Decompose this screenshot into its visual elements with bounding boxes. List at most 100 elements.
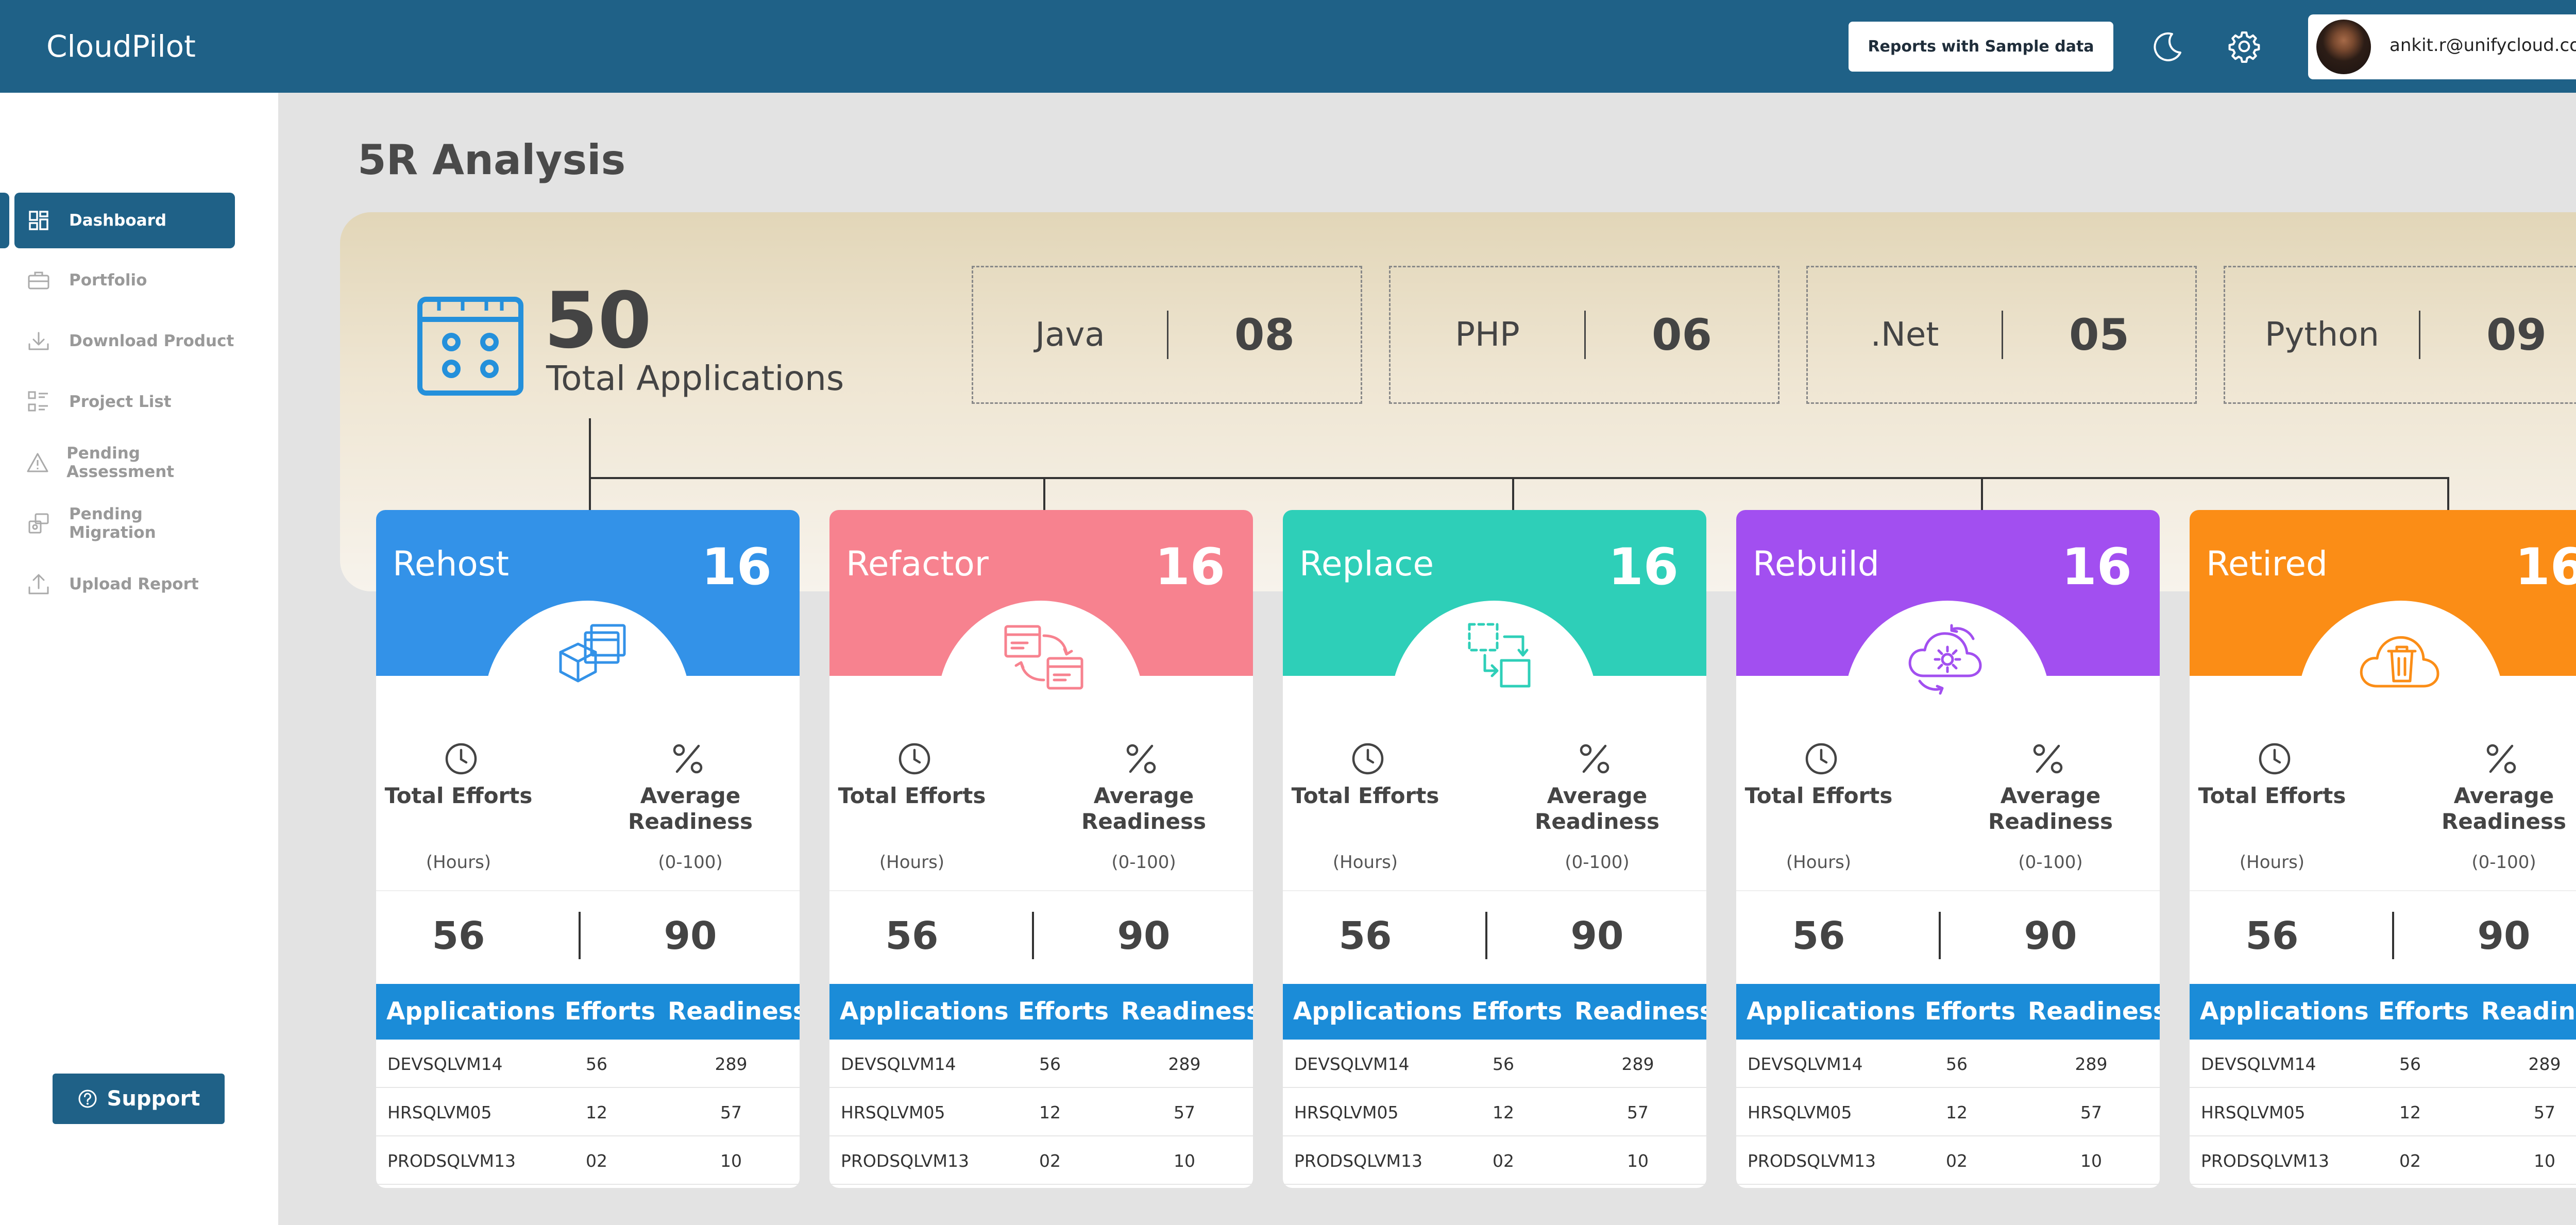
sidebar-item-pending-migration[interactable]: Pending Migration <box>14 496 235 551</box>
brand-logo[interactable]: CloudPilot <box>46 29 196 64</box>
table-row[interactable]: PRODSQLVM13 02 10 <box>1736 1136 2160 1185</box>
table-row[interactable]: DEVSQLVM14 56 289 <box>829 1040 1253 1088</box>
sidebar-item-dashboard[interactable]: Dashboard <box>14 193 235 248</box>
language-python[interactable]: Python 09 <box>2224 266 2576 404</box>
readiness-unit: (0-100) <box>658 852 723 873</box>
strategy-card-rebuild[interactable]: Rebuild 16 Total Efforts Average Readine… <box>1736 510 2160 1188</box>
top-bar: CloudPilot Reports with Sample data anki… <box>0 0 2576 93</box>
briefcase-icon <box>26 267 52 293</box>
grid-icon <box>26 208 52 233</box>
column-header-efforts: Efforts <box>1471 997 1563 1026</box>
list-icon <box>26 389 52 415</box>
sidebar-item-download-product[interactable]: Download Product <box>14 313 235 369</box>
moon-icon[interactable] <box>2148 27 2188 66</box>
user-email: ankit.r@unifycloud.com <box>2389 35 2576 56</box>
sidebar-item-label: Pending Assessment <box>66 444 175 481</box>
language-php[interactable]: PHP 06 <box>1389 266 1780 404</box>
stats-row: 56 90 <box>1736 890 2160 979</box>
table-row[interactable]: PRODSQLVM13 02 10 <box>1283 1136 1706 1185</box>
percent-icon <box>2030 741 2066 777</box>
cell-readiness: 289 <box>1168 1054 1201 1074</box>
connector-line <box>2447 477 2449 511</box>
cell-efforts: 02 <box>1039 1151 1061 1171</box>
cloud-gear-icon <box>1894 618 2002 695</box>
efforts-unit: (Hours) <box>1786 852 1852 873</box>
warning-icon <box>26 450 49 475</box>
cell-readiness: 57 <box>720 1102 742 1122</box>
table-row[interactable]: DEVSQLVM14 56 289 <box>1283 1040 1706 1088</box>
table-row[interactable]: PRODSQLVM13 02 10 <box>376 1136 800 1185</box>
column-header-efforts: Efforts <box>1018 997 1109 1026</box>
cell-efforts: 02 <box>2399 1151 2421 1171</box>
language-java[interactable]: Java 08 <box>972 266 1362 404</box>
table-row[interactable]: DEVSQLVM14 56 289 <box>2190 1040 2576 1088</box>
efforts-label: Total Efforts <box>1744 783 1893 808</box>
sidebar-item-pending-assessment[interactable]: Pending Assessment <box>14 435 235 490</box>
column-header-readiness: Readiness <box>668 997 800 1026</box>
column-header-efforts: Efforts <box>565 997 656 1026</box>
cell-efforts: 12 <box>2399 1102 2421 1122</box>
sidebar-item-label: Dashboard <box>69 211 167 230</box>
column-header-readiness: Readiness <box>2481 997 2576 1026</box>
cell-application: DEVSQLVM14 <box>1294 1054 1410 1074</box>
upload-icon <box>26 571 52 597</box>
strategy-card-rehost[interactable]: Rehost 16 Total Efforts Average Readines… <box>376 510 800 1188</box>
table-row[interactable]: PRODSQLVM13 02 10 <box>829 1136 1253 1185</box>
strategy-card-refactor[interactable]: Refactor 16 Total Efforts Average Readin… <box>829 510 1253 1188</box>
cell-readiness: 57 <box>2080 1102 2102 1122</box>
stats-row: 56 90 <box>1283 890 1706 979</box>
reports-sample-data-button[interactable]: Reports with Sample data <box>1849 22 2113 72</box>
efforts-label: Total Efforts <box>384 783 533 808</box>
cell-application: PRODSQLVM13 <box>1748 1151 1876 1171</box>
clock-icon <box>2257 741 2293 777</box>
strategy-card-retired[interactable]: Retired 16 Total Efforts Average Readine… <box>2190 510 2576 1188</box>
clock-icon <box>443 741 479 777</box>
cell-readiness: 289 <box>2075 1054 2108 1074</box>
readiness-unit: (0-100) <box>2471 852 2536 873</box>
table-row[interactable]: HRSQLVM05 12 57 <box>1283 1088 1706 1136</box>
readiness-label: Average Readiness <box>2441 783 2566 835</box>
migration-icon <box>26 511 52 536</box>
table-row[interactable]: HRSQLVM05 12 57 <box>376 1088 800 1136</box>
gear-icon[interactable] <box>2225 27 2264 66</box>
avatar <box>2316 20 2371 74</box>
efforts-unit: (Hours) <box>426 852 492 873</box>
table-row[interactable]: HRSQLVM05 12 57 <box>829 1088 1253 1136</box>
stats-row: 56 90 <box>376 890 800 979</box>
readiness-label: Average Readiness <box>628 783 753 835</box>
efforts-value: 56 <box>1792 914 1845 958</box>
column-header-readiness: Readiness <box>2028 997 2160 1026</box>
language-dotnet[interactable]: .Net 05 <box>1806 266 2197 404</box>
table-row[interactable]: HRSQLVM05 12 57 <box>1736 1088 2160 1136</box>
help-circle-icon <box>78 1090 97 1108</box>
cell-readiness: 289 <box>1621 1054 1654 1074</box>
clock-icon <box>1803 741 1839 777</box>
cell-readiness: 57 <box>2534 1102 2555 1122</box>
efforts-value: 56 <box>1338 914 1392 958</box>
strategy-name: Rebuild <box>1753 544 1879 584</box>
table-row[interactable]: PRODSQLVM13 02 10 <box>2190 1136 2576 1185</box>
sidebar-item-upload-report[interactable]: Upload Report <box>14 556 235 612</box>
table-header: Applications Efforts Readiness <box>1283 984 1706 1040</box>
table-row[interactable]: DEVSQLVM14 56 289 <box>1736 1040 2160 1088</box>
cell-application: DEVSQLVM14 <box>841 1054 956 1074</box>
sidebar-item-portfolio[interactable]: Portfolio <box>14 252 235 308</box>
cell-application: DEVSQLVM14 <box>2201 1054 2316 1074</box>
language-name: Python <box>2265 316 2379 354</box>
cell-application: HRSQLVM05 <box>2201 1102 2306 1122</box>
cell-efforts: 12 <box>1039 1102 1061 1122</box>
table-row[interactable]: HRSQLVM05 12 57 <box>2190 1088 2576 1136</box>
connector-line <box>589 418 591 511</box>
readiness-label: Average Readiness <box>1081 783 1206 835</box>
support-button[interactable]: Support <box>53 1074 225 1124</box>
strategy-card-replace[interactable]: Replace 16 Total Efforts Average Readine… <box>1283 510 1706 1188</box>
table-row[interactable]: DEVSQLVM14 56 289 <box>376 1040 800 1088</box>
connector-line <box>589 477 2449 479</box>
readiness-value: 90 <box>1570 914 1624 958</box>
sidebar-item-label: Project List <box>69 393 172 411</box>
user-menu[interactable]: ankit.r@unifycloud.com <box>2308 14 2576 79</box>
sidebar-item-project-list[interactable]: Project List <box>14 374 235 430</box>
percent-icon <box>1123 741 1159 777</box>
column-header-readiness: Readiness <box>1574 997 1706 1026</box>
efforts-value: 56 <box>885 914 939 958</box>
